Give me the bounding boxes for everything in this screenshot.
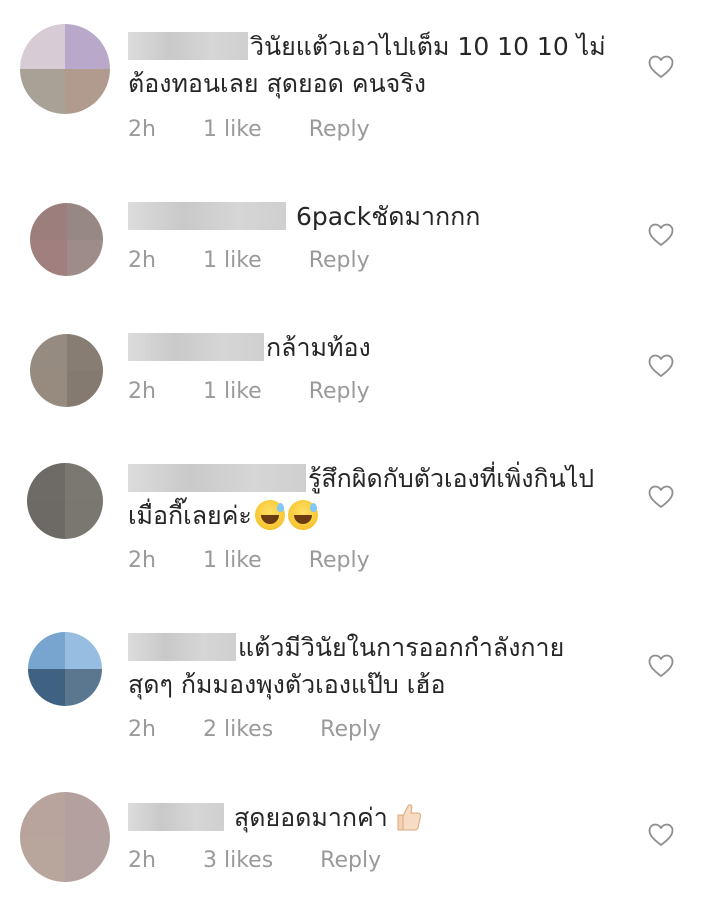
heart-icon[interactable] [648,654,674,678]
comment-text-block: กล้ามท้อง [128,329,628,366]
grinning-sweat-emoji [254,500,285,530]
comment-time: 2h [128,379,156,404]
grinning-sweat-emoji [287,500,318,530]
comment-meta: 2h 1 like Reply [128,248,370,273]
comment-likes[interactable]: 1 like [203,379,262,404]
comment-likes[interactable]: 1 like [203,548,262,573]
avatar-tile [66,334,103,371]
reply-button[interactable]: Reply [309,248,370,273]
avatar-tile [20,69,65,114]
comment-time: 2h [128,548,156,573]
comment-meta: 2h 3 likes Reply [128,848,381,873]
avatar[interactable] [30,203,103,276]
username-blurred[interactable] [128,633,236,661]
avatar-tile [65,69,110,114]
heart-icon[interactable] [648,55,674,79]
avatar-tile [65,24,110,69]
comment-meta: 2h 1 like Reply [128,117,370,142]
comment-likes[interactable]: 1 like [203,117,262,142]
avatar-tile [65,632,102,669]
avatar-tile [27,501,65,539]
heart-icon[interactable] [648,485,674,509]
reply-button[interactable]: Reply [309,548,370,573]
avatar[interactable] [27,463,103,539]
username-blurred[interactable] [128,333,264,361]
avatar-tile [65,837,110,882]
comment-time: 2h [128,848,156,873]
reply-button[interactable]: Reply [320,848,381,873]
avatar-tile [65,463,103,501]
avatar-tile [20,792,65,837]
avatar-tile [66,203,103,240]
comment-text-block: รู้สึกผิดกับตัวเองที่เพิ่งกินไปเมื่อกี๊เ… [128,460,608,534]
avatar-tile [66,370,103,407]
comment-meta: 2h 1 like Reply [128,548,370,573]
avatar-tile [65,792,110,837]
comment-meta: 2h 1 like Reply [128,379,370,404]
avatar-tile [30,334,67,371]
avatar-tile [20,24,65,69]
avatar[interactable] [28,632,102,706]
avatar[interactable] [20,792,110,882]
reply-button[interactable]: Reply [320,717,381,742]
comment-text-block: สุดยอดมากค่า [128,799,628,836]
username-blurred[interactable] [128,803,224,831]
comment-meta: 2h 2 likes Reply [128,717,381,742]
comment-time: 2h [128,248,156,273]
avatar-tile [27,463,65,501]
avatar-tile [30,370,67,407]
reply-button[interactable]: Reply [309,117,370,142]
heart-icon[interactable] [648,823,674,847]
avatar-tile [65,669,102,706]
avatar[interactable] [30,334,103,407]
avatar-tile [28,669,65,706]
username-blurred[interactable] [128,202,286,230]
username-blurred[interactable] [128,464,306,492]
avatar-tile [30,239,67,276]
heart-icon[interactable] [648,354,674,378]
comment-text: 6packชัดมากกก [295,202,481,231]
reply-button[interactable]: Reply [309,379,370,404]
avatar-tile [30,203,67,240]
comment-text-block: แต้วมีวินัยในการออกกำลังกาย สุดๆ ก้มมองพ… [128,629,608,703]
comment-text: สุดยอดมากค่า [233,803,388,832]
comment-text-block: วินัยแต้วเอาไปเต็ม 10 10 10 ไม่ต้องทอนเล… [128,28,628,102]
avatar-tile [65,501,103,539]
comment-time: 2h [128,117,156,142]
username-blurred[interactable] [128,32,248,60]
avatar-tile [28,632,65,669]
comment-text: กล้ามท้อง [266,333,371,362]
comment-likes[interactable]: 2 likes [203,717,273,742]
comment-time: 2h [128,717,156,742]
avatar[interactable] [20,24,110,114]
thumbs-up-emoji [397,804,421,831]
heart-icon[interactable] [648,223,674,247]
comment-likes[interactable]: 1 like [203,248,262,273]
comment-likes[interactable]: 3 likes [203,848,273,873]
comment-text-block: 6packชัดมากกก [128,198,628,235]
avatar-tile [20,837,65,882]
avatar-tile [66,239,103,276]
